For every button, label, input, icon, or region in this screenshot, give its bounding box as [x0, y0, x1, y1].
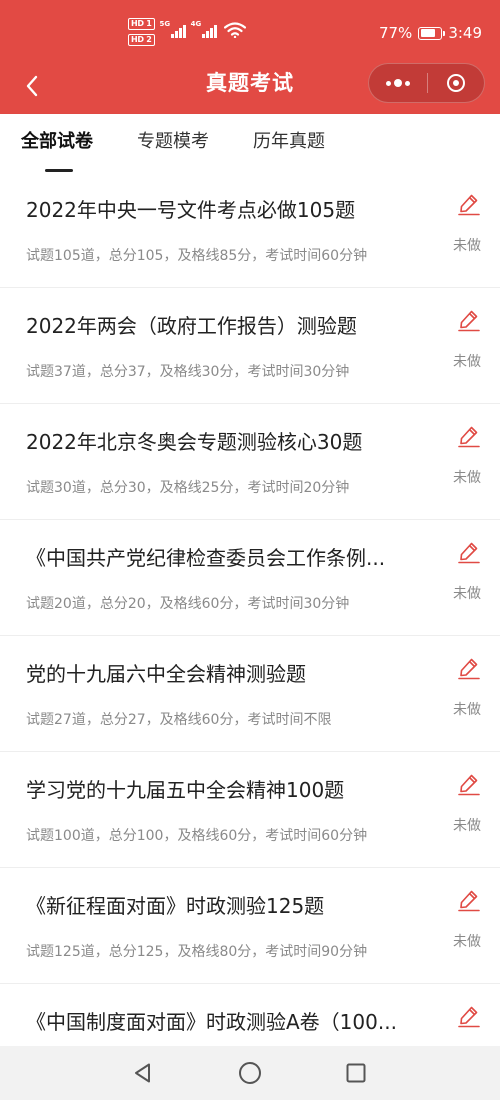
- status-right: 77% 3:49: [379, 23, 482, 43]
- exam-meta: 试题37道，总分37，及格线30分，考试时间30分钟: [26, 364, 350, 380]
- signal-4g: 4G: [191, 18, 217, 38]
- exam-title: 党的十九届六中全会精神测验题: [26, 662, 306, 686]
- hd1-badge: HD 1: [128, 18, 155, 30]
- more-dots-icon: [385, 79, 410, 87]
- battery-percent: 77%: [378, 24, 413, 42]
- edit-pencil-icon[interactable]: [457, 656, 481, 680]
- more-button[interactable]: [369, 63, 427, 103]
- miniprogram-capsule: [368, 63, 485, 103]
- edit-pencil-icon[interactable]: [457, 540, 481, 564]
- exam-title: 2022年两会（政府工作报告）测验题: [26, 314, 357, 338]
- tab-past-papers[interactable]: 历年真题: [253, 130, 325, 154]
- app-header: HD 1 HD 2 5G 4G 77% 3:49 真题考试: [0, 0, 500, 114]
- square-recent-icon: [346, 1063, 366, 1083]
- exam-item[interactable]: 《新征程面对面》时政测验125题 试题125道，总分125，及格线80分，考试时…: [0, 868, 500, 984]
- exam-meta: 试题27道，总分27，及格线60分，考试时间不限: [26, 712, 332, 728]
- edit-pencil-icon[interactable]: [457, 772, 481, 796]
- exam-meta: 试题100道，总分100，及格线60分，考试时间60分钟: [26, 828, 368, 844]
- close-miniprogram-button[interactable]: [427, 63, 484, 103]
- exam-meta: 试题125道，总分125，及格线80分，考试时间90分钟: [26, 944, 368, 960]
- exam-status: 未做: [453, 354, 481, 370]
- exam-item[interactable]: 2022年两会（政府工作报告）测验题 试题37道，总分37，及格线30分，考试时…: [0, 288, 500, 404]
- signal-bars-icon: [202, 24, 217, 38]
- edit-pencil-icon[interactable]: [457, 1004, 481, 1028]
- tab-bar: 全部试卷 专题模考 历年真题: [0, 114, 500, 172]
- exam-title: 2022年北京冬奥会专题测验核心30题: [26, 430, 363, 454]
- exam-title: 《中国制度面对面》时政测验A卷（100...: [26, 1010, 397, 1034]
- exam-title: 学习党的十九届五中全会精神100题: [26, 778, 345, 802]
- hd2-badge: HD 2: [128, 34, 155, 46]
- exam-item[interactable]: 2022年北京冬奥会专题测验核心30题 试题30道，总分30，及格线25分，考试…: [0, 404, 500, 520]
- signal-bars-icon: [171, 24, 186, 38]
- system-back-button[interactable]: [129, 1059, 157, 1087]
- exam-status: 未做: [453, 586, 481, 602]
- signal-indicators: HD 1 HD 2 5G 4G: [128, 18, 246, 48]
- exam-item[interactable]: 《中国制度面对面》时政测验A卷（100...: [0, 984, 500, 1046]
- network-5g-label: 5G: [159, 20, 171, 28]
- edit-pencil-icon[interactable]: [457, 308, 481, 332]
- wifi-icon: [223, 22, 246, 38]
- exam-status: 未做: [453, 934, 481, 950]
- battery-icon: [418, 26, 446, 40]
- edit-pencil-icon[interactable]: [457, 192, 481, 216]
- exam-title: 《新征程面对面》时政测验125题: [26, 894, 325, 918]
- circle-home-icon: [239, 1062, 261, 1084]
- system-home-button[interactable]: [236, 1059, 264, 1087]
- triangle-back-icon: [135, 1063, 150, 1083]
- exam-item[interactable]: 党的十九届六中全会精神测验题 试题27道，总分27，及格线60分，考试时间不限 …: [0, 636, 500, 752]
- exam-meta: 试题105道，总分105，及格线85分，考试时间60分钟: [26, 248, 368, 264]
- exam-title: 《中国共产党纪律检查委员会工作条例...: [26, 546, 386, 570]
- exam-item[interactable]: 学习党的十九届五中全会精神100题 试题100道，总分100，及格线60分，考试…: [0, 752, 500, 868]
- exam-meta: 试题20道，总分20，及格线60分，考试时间30分钟: [26, 596, 350, 612]
- signal-5g: 5G: [160, 18, 186, 38]
- system-nav-bar: [0, 1046, 500, 1100]
- tab-all-papers[interactable]: 全部试卷: [21, 130, 93, 154]
- exam-status: 未做: [453, 238, 481, 254]
- exam-meta: 试题30道，总分30，及格线25分，考试时间20分钟: [26, 480, 350, 496]
- battery-level-fill: [420, 29, 435, 37]
- network-4g-label: 4G: [190, 20, 202, 28]
- nav-bar: 真题考试: [0, 58, 500, 114]
- status-time: 3:49: [448, 24, 482, 42]
- exam-status: 未做: [453, 818, 481, 834]
- exam-title: 2022年中央一号文件考点必做105题: [26, 198, 356, 222]
- system-recent-button[interactable]: [342, 1059, 370, 1087]
- exam-item[interactable]: 2022年中央一号文件考点必做105题 试题105道，总分105，及格线85分，…: [0, 172, 500, 288]
- exam-status: 未做: [453, 470, 481, 486]
- exam-status: 未做: [453, 702, 481, 718]
- target-close-icon: [446, 74, 465, 92]
- status-bar: HD 1 HD 2 5G 4G 77% 3:49: [0, 0, 500, 62]
- edit-pencil-icon[interactable]: [457, 888, 481, 912]
- tab-topic-mock[interactable]: 专题模考: [137, 130, 209, 154]
- edit-pencil-icon[interactable]: [457, 424, 481, 448]
- exam-item[interactable]: 《中国共产党纪律检查委员会工作条例... 试题20道，总分20，及格线60分，考…: [0, 520, 500, 636]
- exam-list: 2022年中央一号文件考点必做105题 试题105道，总分105，及格线85分，…: [0, 172, 500, 1046]
